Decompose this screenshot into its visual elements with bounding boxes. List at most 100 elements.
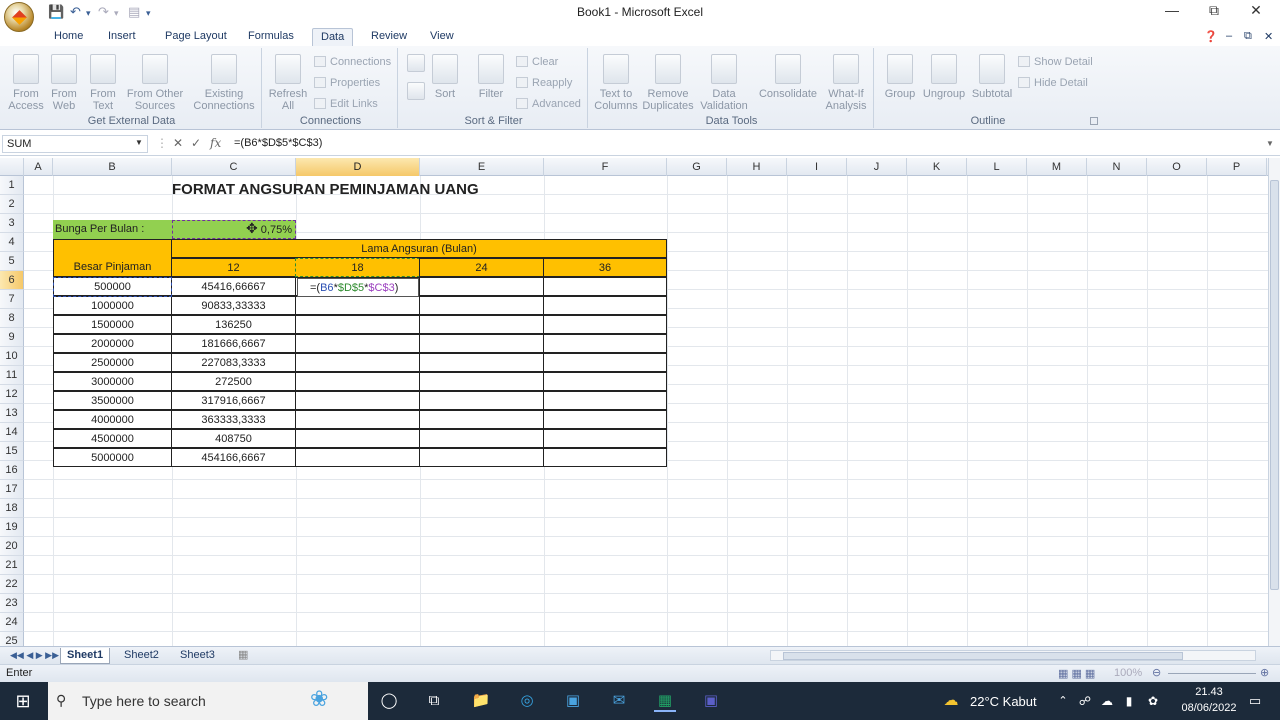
column-header-k[interactable]: K: [907, 158, 967, 176]
row-header-23[interactable]: 23: [0, 594, 24, 613]
installment-cell[interactable]: [419, 334, 544, 353]
bunga-value-cell[interactable]: 0,75%: [172, 220, 296, 239]
installment-cell[interactable]: [419, 353, 544, 372]
column-header-j[interactable]: J: [847, 158, 907, 176]
connections-button[interactable]: Connections: [314, 56, 391, 68]
row-header-22[interactable]: 22: [0, 575, 24, 594]
tab-view[interactable]: View: [422, 28, 462, 46]
tab-review[interactable]: Review: [363, 28, 415, 46]
installment-cell[interactable]: [295, 315, 420, 334]
properties-button[interactable]: Properties: [314, 77, 380, 89]
existing-connections-button[interactable]: Existing Connections: [190, 50, 258, 112]
installment-cell[interactable]: [295, 429, 420, 448]
column-header-l[interactable]: L: [967, 158, 1027, 176]
cortana-icon[interactable]: ◯: [378, 690, 400, 712]
wifi-icon[interactable]: ✿: [1142, 690, 1164, 712]
sort-az-button[interactable]: [404, 50, 428, 76]
column-header-d[interactable]: D: [296, 158, 420, 176]
sheet-tab-1[interactable]: Sheet1: [60, 648, 111, 664]
from-access-button[interactable]: From Access: [6, 50, 46, 112]
enter-icon[interactable]: ✓: [191, 136, 201, 150]
refresh-all-button[interactable]: Refresh All: [266, 50, 310, 112]
installment-12-cell[interactable]: 136250: [171, 315, 296, 334]
reapply-button[interactable]: Reapply: [516, 77, 572, 89]
installment-12-cell[interactable]: 272500: [171, 372, 296, 391]
zoom-level[interactable]: 100%: [1114, 667, 1142, 679]
tray-chevron-icon[interactable]: ⌃: [1052, 690, 1074, 712]
hide-detail-button[interactable]: Hide Detail: [1018, 77, 1088, 89]
column-header-p[interactable]: P: [1207, 158, 1267, 176]
row-header-19[interactable]: 19: [0, 518, 24, 537]
clock-time[interactable]: 21.43: [1184, 686, 1234, 698]
office-button[interactable]: [4, 2, 34, 32]
tab-data[interactable]: Data: [312, 28, 354, 46]
editing-cell-d6[interactable]: =(B6*$D$5*$C$3): [297, 278, 419, 297]
installment-cell[interactable]: [419, 391, 544, 410]
task-view-icon[interactable]: ⧉: [423, 690, 445, 712]
row-header-14[interactable]: 14: [0, 423, 24, 442]
row-header-1[interactable]: 1: [0, 176, 24, 195]
battery-icon[interactable]: ▮: [1118, 690, 1140, 712]
name-box-dropdown-icon[interactable]: ▼: [135, 138, 143, 147]
installment-cell[interactable]: [419, 315, 544, 334]
installment-cell[interactable]: [419, 277, 544, 296]
minimize-icon[interactable]: —: [1152, 2, 1192, 22]
installment-cell[interactable]: [295, 353, 420, 372]
remove-duplicates-button[interactable]: Remove Duplicates: [640, 50, 696, 112]
teams-icon[interactable]: ▣: [700, 690, 722, 712]
month-24-cell[interactable]: 24: [419, 258, 544, 277]
installment-12-cell[interactable]: 408750: [171, 429, 296, 448]
installment-12-cell[interactable]: 454166,6667: [171, 448, 296, 467]
excel-taskbar-icon[interactable]: ▦: [654, 690, 676, 712]
insert-sheet-icon[interactable]: ▦: [232, 648, 254, 664]
onedrive-icon[interactable]: ☁: [1096, 690, 1118, 712]
sheet-tab-3[interactable]: Sheet3: [174, 648, 221, 664]
installment-12-cell[interactable]: 317916,6667: [171, 391, 296, 410]
installment-cell[interactable]: [295, 372, 420, 391]
outline-dialog-launcher-icon[interactable]: [1090, 117, 1098, 125]
installment-12-cell[interactable]: 45416,66667: [171, 277, 296, 296]
restore-icon[interactable]: ⧉: [1194, 2, 1234, 22]
from-web-button[interactable]: From Web: [46, 50, 82, 112]
data-validation-button[interactable]: Data Validation: [696, 50, 752, 112]
installment-cell[interactable]: [295, 410, 420, 429]
file-explorer-icon[interactable]: 📁: [470, 690, 492, 712]
loan-amount-cell[interactable]: 5000000: [53, 448, 172, 467]
ungroup-button[interactable]: Ungroup: [920, 50, 968, 100]
installment-cell[interactable]: [543, 448, 667, 467]
installment-cell[interactable]: [543, 410, 667, 429]
row-header-25[interactable]: 25: [0, 632, 24, 646]
row-header-12[interactable]: 12: [0, 385, 24, 404]
installment-cell[interactable]: [543, 277, 667, 296]
worksheet-grid[interactable]: A B C D E F G H I J K L M N O P 12345678…: [0, 158, 1268, 646]
installment-cell[interactable]: [419, 429, 544, 448]
row-header-7[interactable]: 7: [0, 290, 24, 309]
horizontal-scroll-thumb[interactable]: [783, 652, 1183, 660]
column-header-o[interactable]: O: [1147, 158, 1207, 176]
column-header-a[interactable]: A: [24, 158, 53, 176]
what-if-analysis-button[interactable]: What-If Analysis: [822, 50, 870, 112]
row-header-4[interactable]: 4: [0, 233, 24, 252]
row-header-13[interactable]: 13: [0, 404, 24, 423]
installment-cell[interactable]: [419, 372, 544, 391]
installment-12-cell[interactable]: 227083,3333: [171, 353, 296, 372]
expand-formula-bar-icon[interactable]: ▼: [1266, 139, 1274, 148]
row-header-3[interactable]: 3: [0, 214, 24, 233]
text-to-columns-button[interactable]: Text to Columns: [594, 50, 638, 112]
row-header-18[interactable]: 18: [0, 499, 24, 518]
subtotal-button[interactable]: Subtotal: [968, 50, 1016, 100]
installment-cell[interactable]: [543, 429, 667, 448]
row-header-11[interactable]: 11: [0, 366, 24, 385]
installment-cell[interactable]: [419, 448, 544, 467]
loan-amount-cell[interactable]: 3500000: [53, 391, 172, 410]
tab-formulas[interactable]: Formulas: [240, 28, 302, 46]
select-all-button[interactable]: [0, 158, 24, 176]
store-icon[interactable]: ▣: [562, 690, 584, 712]
column-header-g[interactable]: G: [667, 158, 727, 176]
taskbar-search[interactable]: ⚲ Type here to search ❀: [48, 682, 368, 720]
close-icon[interactable]: ✕: [1236, 2, 1276, 22]
loan-amount-cell[interactable]: 2000000: [53, 334, 172, 353]
lama-angsuran-header[interactable]: Lama Angsuran (Bulan): [171, 239, 667, 258]
horizontal-scrollbar[interactable]: [770, 650, 1256, 661]
show-detail-button[interactable]: Show Detail: [1018, 56, 1093, 68]
